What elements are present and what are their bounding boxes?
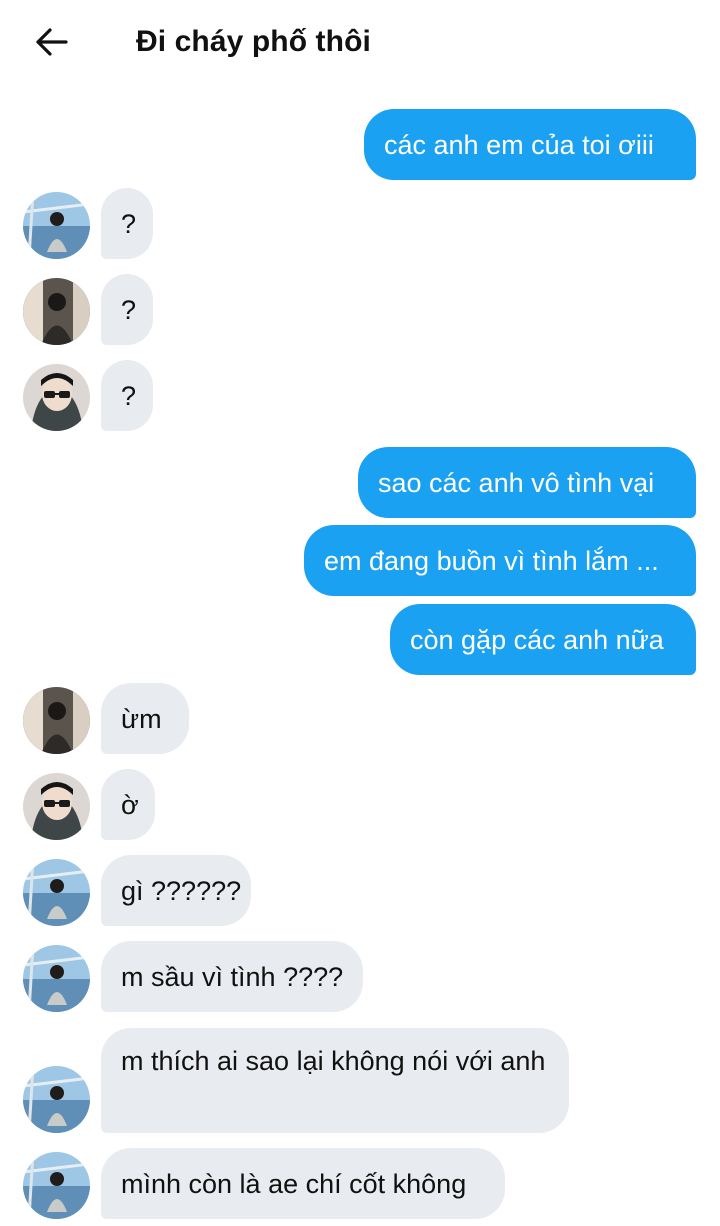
incoming-message: gì ?????? <box>0 855 720 926</box>
message-bubble[interactable]: m sầu vì tình ???? <box>101 941 363 1012</box>
arrow-left-icon <box>35 27 69 62</box>
conversation-header: Đi cháy phố thôi <box>0 0 720 88</box>
incoming-message: ừm <box>0 683 720 754</box>
sea-view-avatar[interactable] <box>23 1152 90 1219</box>
incoming-message: ờ <box>0 769 720 840</box>
message-bubble[interactable]: em đang buồn vì tình lắm ... <box>304 525 696 596</box>
incoming-message: mình còn là ae chí cốt không <box>0 1148 720 1219</box>
message-bubble[interactable]: ? <box>101 274 153 345</box>
incoming-message: m sầu vì tình ???? <box>0 941 720 1012</box>
outgoing-message: em đang buồn vì tình lắm ... <box>0 525 720 596</box>
outgoing-message: các anh em của toi ơiii <box>0 109 720 180</box>
sea-view-avatar[interactable] <box>23 859 90 926</box>
dark-room-avatar[interactable] <box>23 278 90 345</box>
outgoing-message: còn gặp các anh nữa <box>0 604 720 675</box>
dark-room-avatar[interactable] <box>23 687 90 754</box>
incoming-message: ? <box>0 360 720 431</box>
message-bubble[interactable]: còn gặp các anh nữa <box>390 604 696 675</box>
conversation-title: Đi cháy phố thôi <box>136 25 371 58</box>
message-bubble[interactable]: mình còn là ae chí cốt không <box>101 1148 505 1219</box>
sea-view-avatar[interactable] <box>23 945 90 1012</box>
message-bubble[interactable]: các anh em của toi ơiii <box>364 109 696 180</box>
sea-view-avatar[interactable] <box>23 192 90 259</box>
message-bubble[interactable]: ? <box>101 188 153 259</box>
outgoing-message: sao các anh vô tình vại <box>0 447 720 518</box>
back-button[interactable] <box>28 22 76 66</box>
incoming-message: m thích ai sao lại không nói với anh <box>0 1028 720 1133</box>
message-bubble[interactable]: ? <box>101 360 153 431</box>
incoming-message: ? <box>0 274 720 345</box>
message-bubble[interactable]: sao các anh vô tình vại <box>358 447 696 518</box>
sunglasses-avatar[interactable] <box>23 364 90 431</box>
message-bubble[interactable]: m thích ai sao lại không nói với anh <box>101 1028 569 1133</box>
sunglasses-avatar[interactable] <box>23 773 90 840</box>
message-bubble[interactable]: ờ <box>101 769 155 840</box>
sea-view-avatar[interactable] <box>23 1066 90 1133</box>
message-bubble[interactable]: ừm <box>101 683 189 754</box>
incoming-message: ? <box>0 188 720 259</box>
message-bubble[interactable]: gì ?????? <box>101 855 251 926</box>
